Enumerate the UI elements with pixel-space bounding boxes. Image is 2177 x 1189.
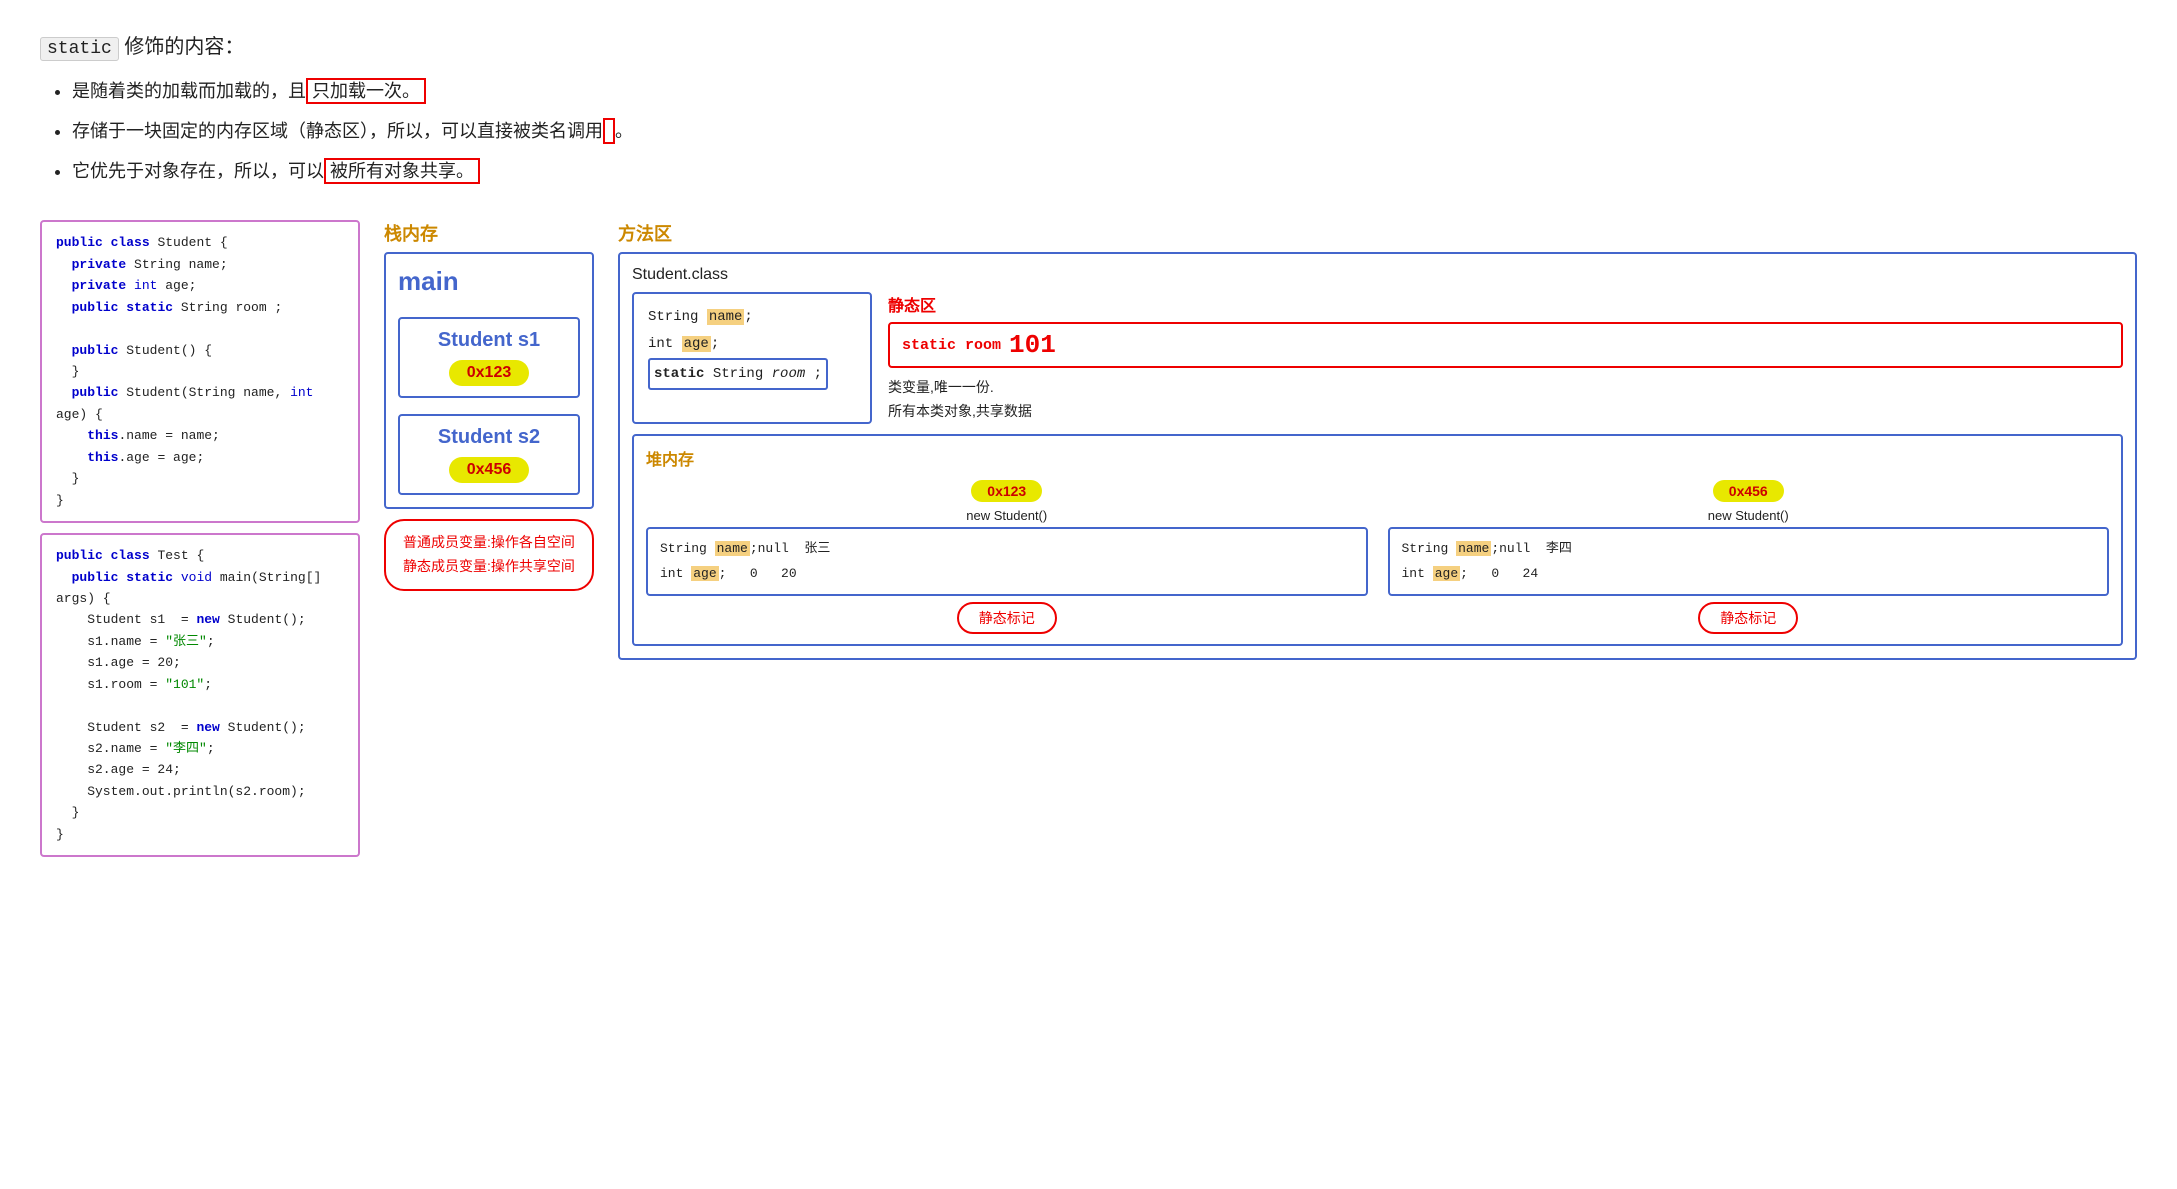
code-line: public Student(String name, int age) { [56,382,344,425]
bullet-item-1: 是随着类的加载而加载的，且只加载一次。 [72,73,2137,111]
code-line: s1.age = 20; [56,652,344,673]
heap-obj1-static-badge: 静态标记 [957,602,1057,634]
heap-outer: 堆内存 0x123 new Student() String name;null… [632,434,2123,646]
method-inner: String name; int age; static String room… [632,292,2123,424]
bullet-2-text: 存储于一块固定的内存区域（静态区），所以，可以直接被类名调用 [72,121,603,141]
code-line: s2.name = "李四"; [56,738,344,759]
code-line: public static String room ; [56,297,344,318]
static-keyword: static [40,37,119,61]
field-age-row: int age; [648,331,856,358]
age-highlight: age [682,336,711,352]
bullet-3-before: 它优先于对象存在，所以，可以 [72,161,324,181]
obj1-name-hl: name [715,541,750,556]
method-outer: Student.class String name; int age; stat… [618,252,2137,660]
stack-section: 栈内存 main Student s1 0x123 Student s2 0x4… [384,220,594,591]
obj2-name-hl: name [1456,541,1491,556]
bullet-1-before: 是随着类的加载而加载的，且 [72,81,306,101]
heap-obj1-age-row: int age; 0 20 [660,562,1354,587]
stack-s2-addr: 0x456 [449,457,530,483]
heap-obj2-addr: 0x456 [1713,480,1784,502]
bullet-2-highlight [603,118,615,144]
static-room-value: 101 [1009,330,1056,360]
static-area: 静态区 static room 101 类变量,唯一一份. 所有本类对象,共享数… [888,292,2123,424]
code-line: Student s2 = new Student(); [56,717,344,738]
static-room-box: static room 101 [888,322,2123,368]
obj1-age-hl: age [691,566,718,581]
field-static-row: static String room ; [648,358,856,391]
code-line: this.name = name; [56,425,344,446]
method-section: 方法区 Student.class String name; int age; … [618,220,2137,660]
stack-title: 栈内存 [384,220,438,246]
room-field: room [772,366,806,382]
code-line: } [56,361,344,382]
heap-inner: 0x123 new Student() String name;null 张三 … [646,480,2109,634]
header-section: static 修饰的内容： 是随着类的加载而加载的，且只加载一次。 存储于一块固… [40,30,2137,190]
code-line: } [56,490,344,511]
main-diagram: public class Student { private String na… [40,220,2137,857]
static-desc-1: 类变量,唯一一份. [888,376,2123,400]
stack-s1-addr: 0x123 [449,360,530,386]
header-title: static 修饰的内容： [40,30,2137,59]
heap-obj2-box: String name;null 李四 int age; 0 24 [1388,527,2110,596]
bullet-item-3: 它优先于对象存在，所以，可以被所有对象共享。 [72,153,2137,191]
code-line: } [56,468,344,489]
bottom-note-line1: 普通成员变量:操作各自空间 [400,531,578,555]
code-line: Student s1 = new Student(); [56,609,344,630]
static-field-box: static String room ; [648,358,828,391]
stack-box: main Student s1 0x123 Student s2 0x456 [384,252,594,509]
static-desc: 类变量,唯一一份. 所有本类对象,共享数据 [888,376,2123,424]
static-room-label: static room [902,337,1001,354]
student-code-box: public class Student { private String na… [40,220,360,523]
heap-obj2-static-badge: 静态标记 [1698,602,1798,634]
test-code-box: public class Test { public static void m… [40,533,360,857]
code-line: public class Test { [56,545,344,566]
code-line: s2.age = 24; [56,759,344,780]
code-line: private String name; [56,254,344,275]
static-area-title: 静态区 [888,292,2123,316]
code-line: } [56,824,344,845]
method-title: 方法区 [618,220,2137,246]
code-line: System.out.println(s2.room); [56,781,344,802]
heap-obj1-addr: 0x123 [971,480,1042,502]
method-class-label: Student.class [632,266,2123,284]
bullet-item-2: 存储于一块固定的内存区域（静态区），所以，可以直接被类名调用。 [72,113,2137,151]
code-line: } [56,802,344,823]
field-name-row: String name; [648,304,856,331]
bottom-note-line2: 静态成员变量:操作共享空间 [400,555,578,579]
heap-obj2-age-row: int age; 0 24 [1402,562,2096,587]
bottom-note-box: 普通成员变量:操作各自空间 静态成员变量:操作共享空间 [384,519,594,591]
heap-title: 堆内存 [646,446,2109,470]
heap-object-2: 0x456 new Student() String name;null 李四 … [1388,480,2110,634]
header-title-text: 修饰的内容： [119,36,245,58]
heap-obj1-box: String name;null 张三 int age; 0 20 [646,527,1368,596]
code-line: s1.name = "张三"; [56,631,344,652]
heap-obj1-label: new Student() [966,508,1047,523]
stack-item-s1: Student s1 0x123 [398,317,580,398]
code-line: public Student() { [56,340,344,361]
obj2-age-hl: age [1433,566,1460,581]
code-line: public static void main(String[] args) { [56,567,344,610]
heap-obj2-label: new Student() [1708,508,1789,523]
static-desc-2: 所有本类对象,共享数据 [888,400,2123,424]
stack-item-s2: Student s2 0x456 [398,414,580,495]
bullet-1-highlight: 只加载一次。 [306,78,426,104]
code-line: private int age; [56,275,344,296]
stack-s2-label: Student s2 [438,426,540,449]
bullet-3-highlight: 被所有对象共享。 [324,158,480,184]
code-section: public class Student { private String na… [40,220,360,857]
heap-obj1-name-row: String name;null 张三 [660,537,1354,562]
heap-obj2-name-row: String name;null 李四 [1402,537,2096,562]
heap-object-1: 0x123 new Student() String name;null 张三 … [646,480,1368,634]
name-highlight: name [707,309,745,325]
code-line: s1.room = "101"; [56,674,344,695]
stack-main-label: main [398,266,580,297]
stack-s1-label: Student s1 [438,329,540,352]
student-class-fields: String name; int age; static String room… [632,292,872,424]
bullet-list: 是随着类的加载而加载的，且只加载一次。 存储于一块固定的内存区域（静态区），所以… [40,73,2137,190]
static-kw: static [654,366,704,382]
code-line: this.age = age; [56,447,344,468]
code-line: public class Student { [56,232,344,253]
